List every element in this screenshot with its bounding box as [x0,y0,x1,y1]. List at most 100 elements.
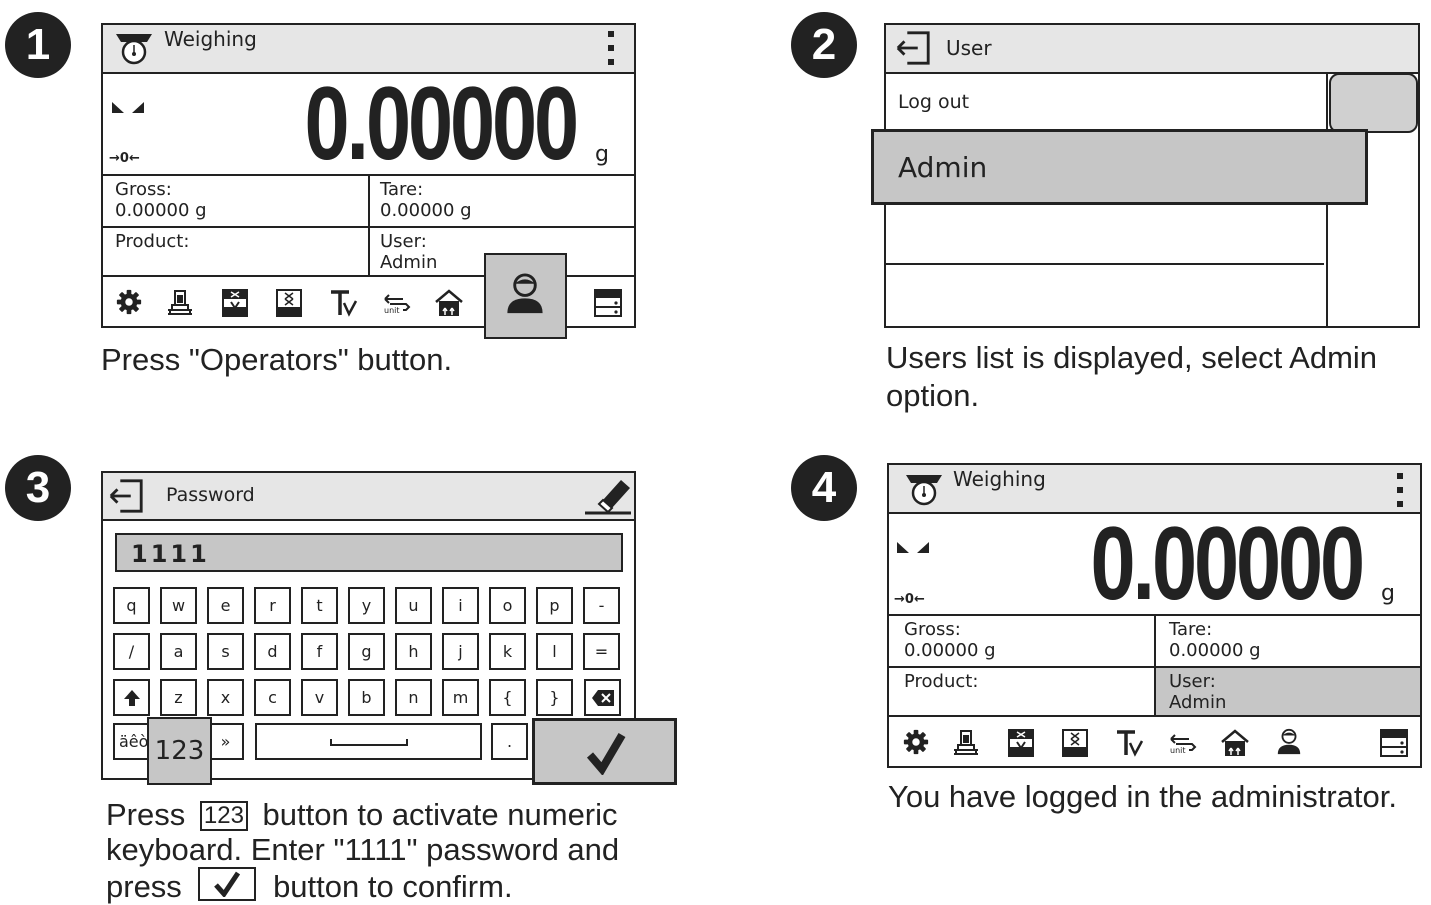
home-icon[interactable] [1220,728,1250,758]
tare-label: Tare: [1169,619,1213,640]
key[interactable]: k [489,633,526,670]
key[interactable]: s [207,633,244,670]
statistics-icon[interactable] [1060,728,1090,758]
key[interactable]: = [583,633,620,670]
caption-step-4: You have logged in the administrator. [888,779,1397,814]
quote-key[interactable]: » [207,723,244,760]
password-value: 1111 [131,540,210,568]
admin-option[interactable]: Admin [871,129,1368,205]
checkweigh-icon[interactable] [220,288,250,318]
screen-title: Password [166,484,255,506]
tare-icon[interactable] [1114,728,1144,758]
step-number-4: 4 [791,455,857,521]
key[interactable]: h [395,633,432,670]
key[interactable]: x [207,679,244,716]
weight-readout: 0.00000 [304,66,580,182]
caption-confirm: button to confirm. [273,869,513,904]
key[interactable]: b [348,679,385,716]
step-number-3: 3 [5,455,71,521]
logout-item[interactable]: Log out [898,92,969,113]
caption-step-3-line3: press button to confirm. [106,867,513,905]
admin-label: Admin [898,151,988,184]
caption-rest: button to activate numeric [262,797,618,832]
key[interactable]: r [254,587,291,624]
scale-icon[interactable] [951,728,981,758]
gross-label: Gross: [904,619,961,640]
side-button[interactable] [1329,73,1418,133]
step-number-2: 2 [791,12,857,78]
scale-title-icon [904,472,944,506]
menu-kebab-icon[interactable] [1396,473,1404,507]
caption-123-key: 123 [199,801,248,831]
caption-step-3-line2: keyboard. Enter "1111" password and [106,832,620,867]
dot-key[interactable]: . [491,723,528,760]
zero-indicator: →0← [109,151,140,166]
key[interactable]: - [583,587,620,624]
shift-key[interactable] [113,679,150,716]
user-label: User: [1169,671,1216,692]
home-icon[interactable] [434,288,464,318]
database-icon[interactable] [593,288,623,318]
statistics-icon[interactable] [274,288,304,318]
scale-icon[interactable] [165,288,195,318]
caption-press: Press [106,797,186,832]
key[interactable]: e [207,587,244,624]
tare-label: Tare: [380,179,424,200]
gear-icon[interactable] [902,728,930,756]
key[interactable]: a [160,633,197,670]
key[interactable]: z [160,679,197,716]
back-icon[interactable] [107,477,145,515]
key[interactable]: w [160,587,197,624]
operators-button[interactable] [484,253,567,339]
caption-press-2: press [106,869,182,904]
key[interactable]: i [442,587,479,624]
key[interactable]: } [536,679,573,716]
key[interactable]: g [348,633,385,670]
key[interactable]: l [536,633,573,670]
database-icon[interactable] [1379,728,1409,758]
tare-value: 0.00000 g [380,200,472,221]
eraser-icon[interactable] [583,475,633,515]
numeric-keyboard-button[interactable]: 123 [147,717,212,785]
unit-icon[interactable] [1167,728,1197,758]
key[interactable]: m [442,679,479,716]
key[interactable]: q [113,587,150,624]
key[interactable]: / [113,633,150,670]
backspace-key[interactable] [584,679,621,716]
password-input[interactable]: 1111 [115,533,623,572]
key[interactable]: y [348,587,385,624]
key[interactable]: { [489,679,526,716]
unit-icon[interactable] [381,288,411,318]
caption-step-2-line2: option. [886,378,980,413]
operator-icon[interactable] [1275,728,1303,756]
gear-icon[interactable] [115,288,143,316]
checkweigh-icon[interactable] [1006,728,1036,758]
weight-readout: 0.00000 [1090,506,1366,622]
back-icon[interactable] [894,29,932,67]
key[interactable]: u [395,587,432,624]
key[interactable]: d [254,633,291,670]
key[interactable]: c [254,679,291,716]
key[interactable]: f [301,633,338,670]
key[interactable]: o [489,587,526,624]
stability-icon [896,540,930,554]
title-bar: Password [103,473,634,521]
title-bar: User [886,25,1418,74]
stability-icon [111,100,145,114]
space-key[interactable] [255,723,482,760]
caption-check-key [198,867,257,901]
menu-kebab-icon[interactable] [607,31,615,65]
tare-icon[interactable] [328,288,358,318]
scale-title-icon [114,31,154,65]
key[interactable]: j [442,633,479,670]
shift-arrow-icon [123,689,140,706]
key[interactable]: v [301,679,338,716]
product-label: Product: [115,231,190,252]
confirm-button[interactable] [532,718,677,785]
key[interactable]: t [301,587,338,624]
zero-indicator: →0← [894,592,925,607]
screen-title: Weighing [953,467,1046,491]
key[interactable]: p [536,587,573,624]
space-bar-icon [329,738,408,746]
key[interactable]: n [395,679,432,716]
